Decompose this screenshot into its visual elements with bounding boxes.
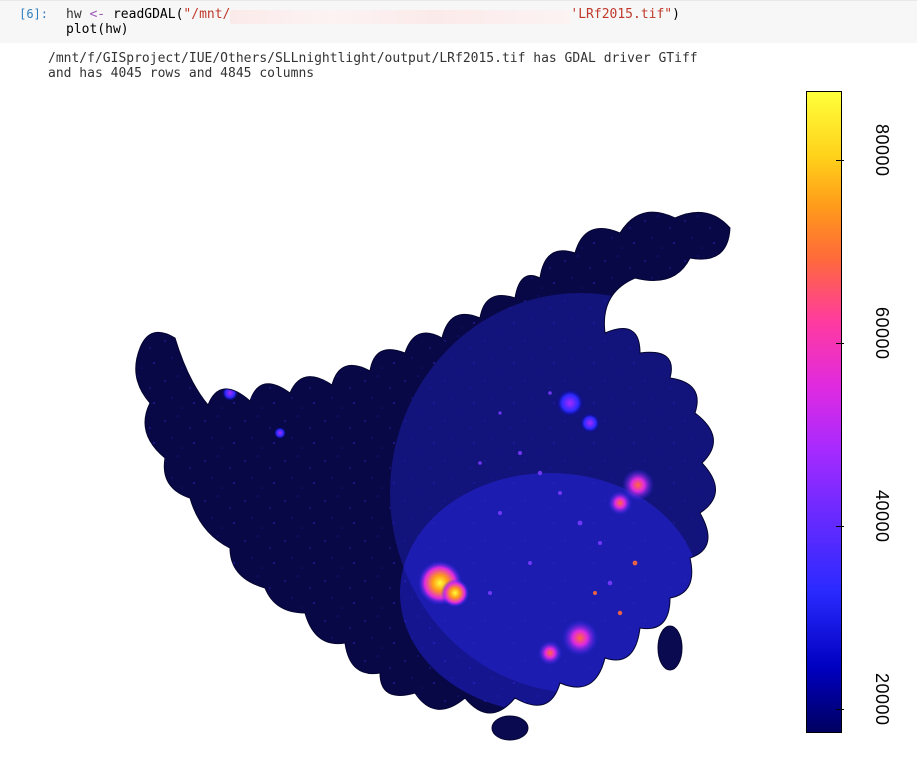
output-line: /mnt/f/GISproject/IUE/Others/SLLnightlig… xyxy=(48,51,698,66)
colorbar xyxy=(806,91,840,731)
code-token: hw xyxy=(66,7,89,22)
output-line: and has 4045 rows and 4845 columns xyxy=(48,66,314,81)
redacted-path xyxy=(230,10,570,24)
code-input[interactable]: hw <- readGDAL("/mnt/ 'LRf2015.tif") plot… xyxy=(56,1,917,43)
china-silhouette xyxy=(80,93,740,743)
colorbar-tick-label: 20000 xyxy=(872,673,893,726)
colorbar-ticks: 80000 60000 40000 20000 xyxy=(842,91,882,731)
code-token: plot(hw) xyxy=(66,22,129,37)
code-token: <- xyxy=(89,7,105,22)
stdout-output: /mnt/f/GISproject/IUE/Others/SLLnightlig… xyxy=(0,43,917,85)
colorbar-tick-label: 40000 xyxy=(872,490,893,543)
plot-output: 80000 60000 40000 20000 xyxy=(10,85,910,755)
colorbar-tick-label: 80000 xyxy=(872,124,893,177)
code-cell: [6]: hw <- readGDAL("/mnt/ 'LRf2015.tif")… xyxy=(0,0,917,43)
code-token: "/mnt/ xyxy=(183,7,230,22)
colorbar-gradient xyxy=(806,91,842,733)
cell-prompt: [6]: xyxy=(0,1,56,43)
code-token: ) xyxy=(672,7,680,22)
code-token: readGDAL( xyxy=(105,7,183,22)
raster-map xyxy=(80,93,740,743)
colorbar-tick-label: 60000 xyxy=(872,307,893,360)
code-token: 'LRf2015.tif" xyxy=(570,7,672,22)
